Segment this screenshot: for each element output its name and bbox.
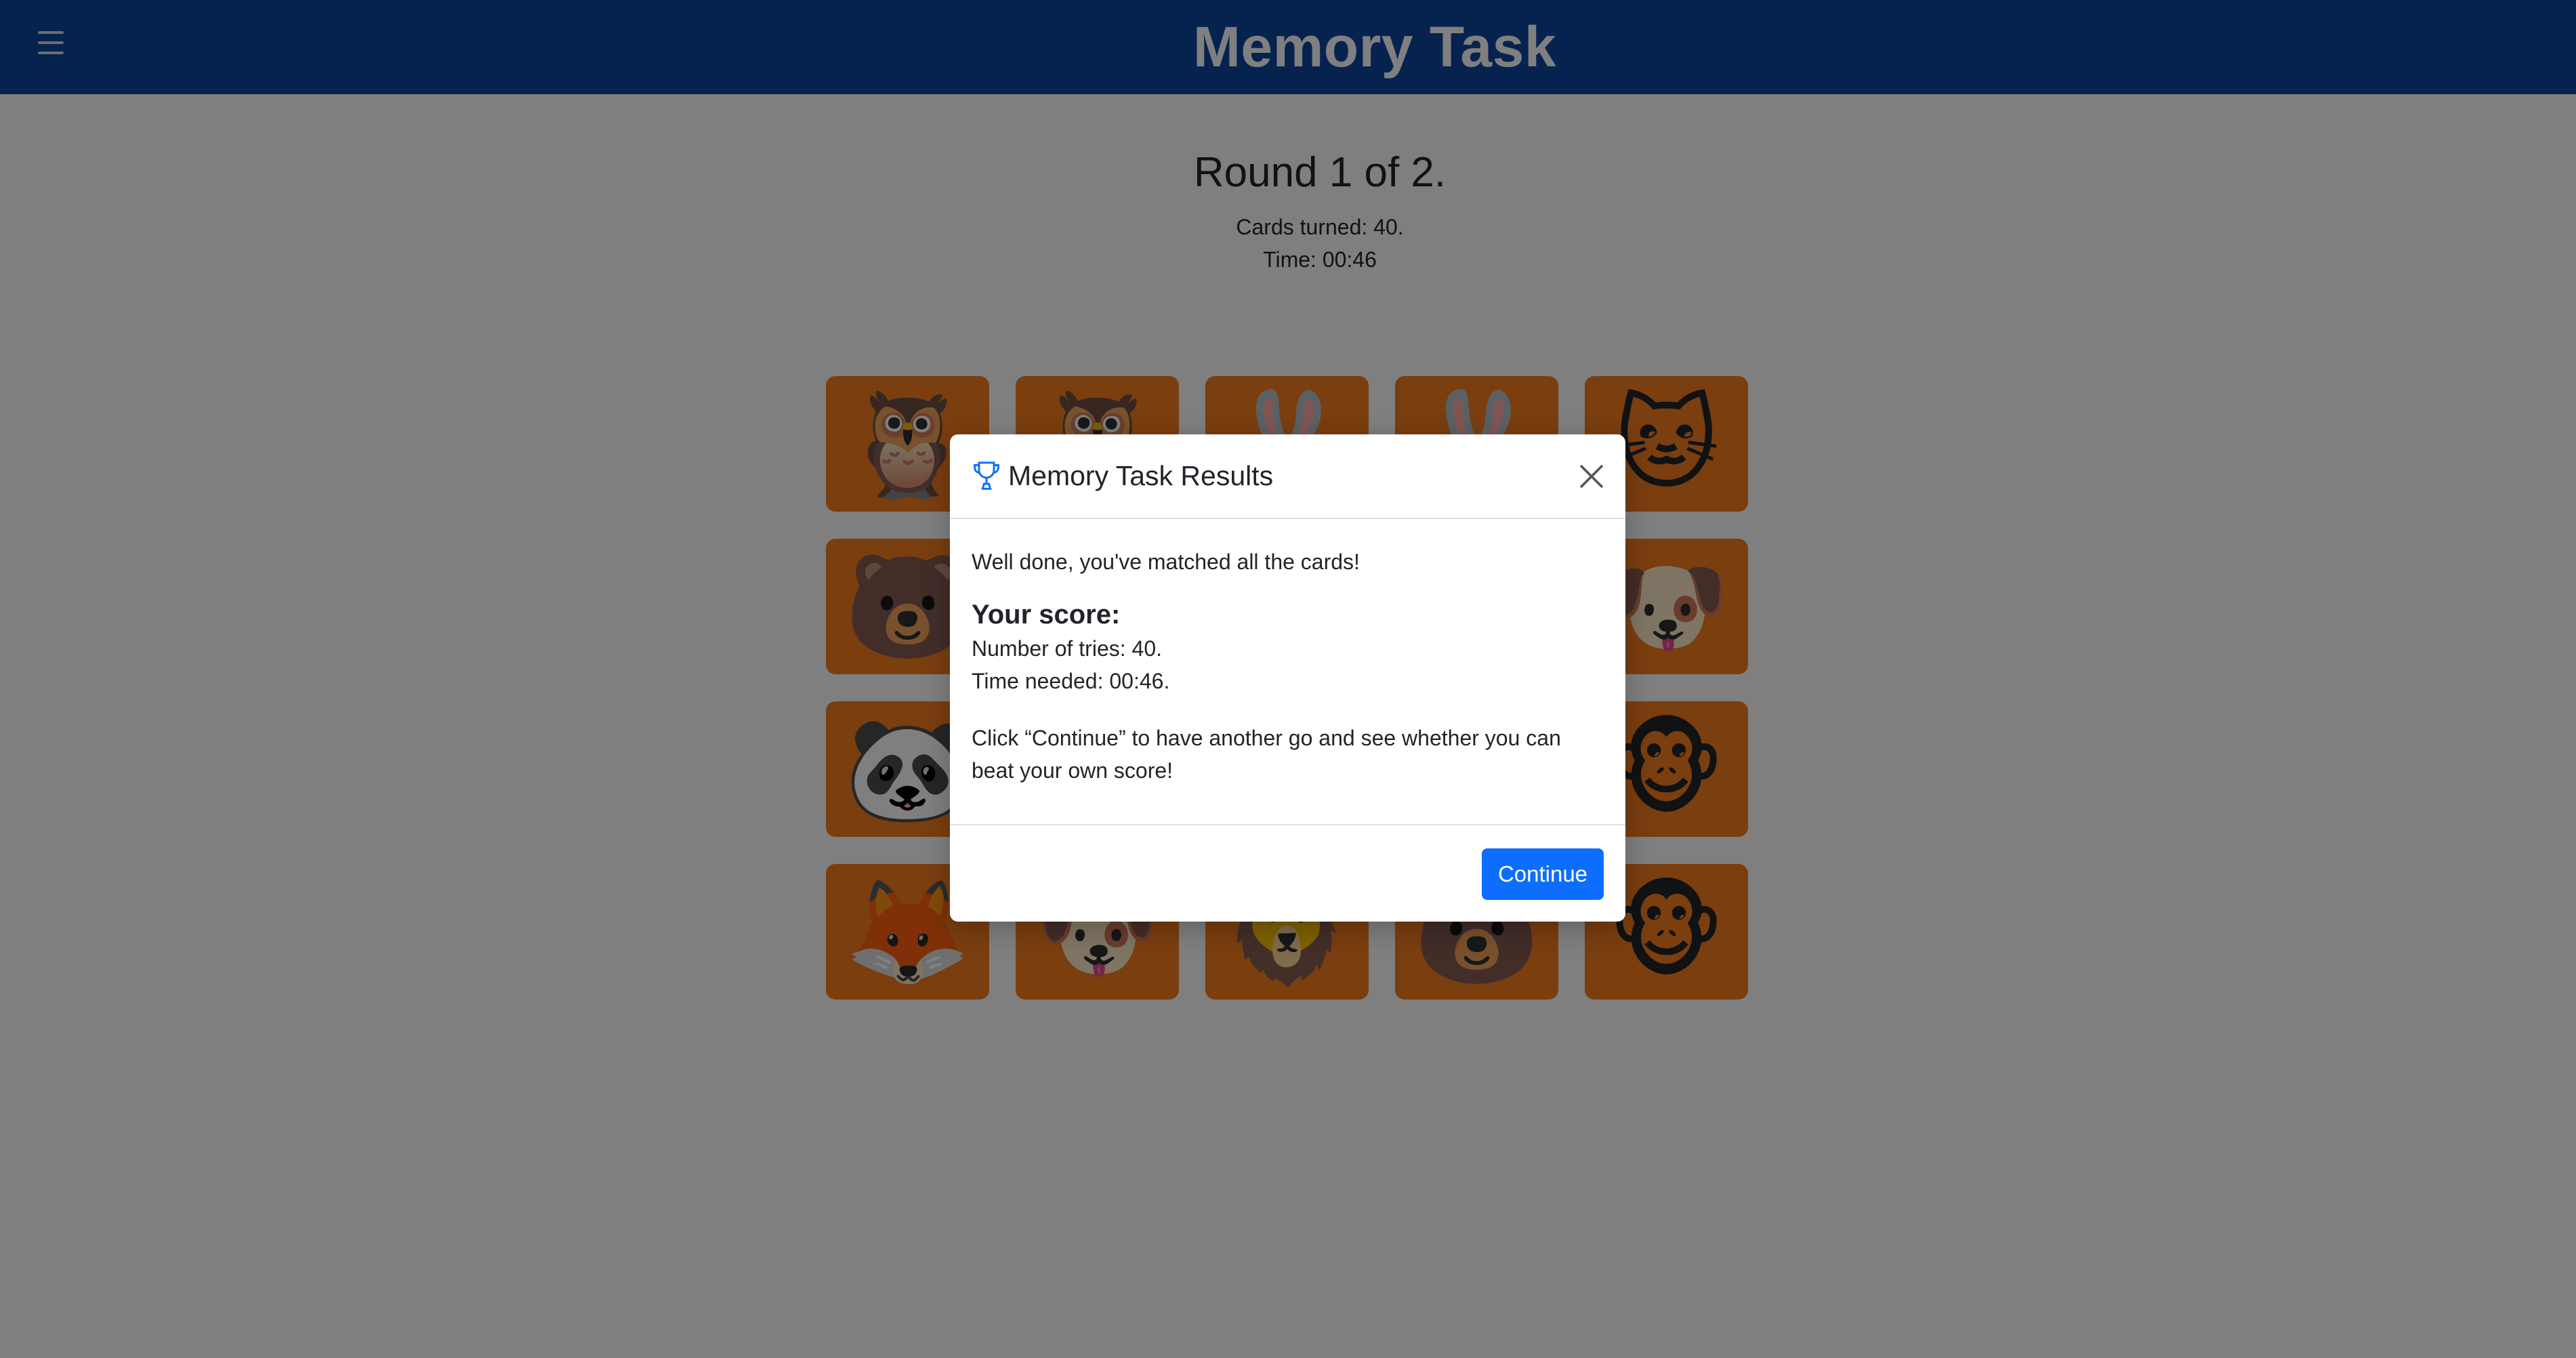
trophy-icon [974, 461, 999, 490]
success-message: Well done, you've matched all the cards! [972, 550, 1360, 574]
results-modal: Memory Task Results Well done, you've ma… [950, 434, 1625, 922]
close-icon[interactable] [1575, 460, 1608, 493]
modal-header: Memory Task Results [950, 434, 1625, 519]
continue-hint: Click “Continue” to have another go and … [972, 726, 1561, 783]
tries-count: Number of tries: 40. [972, 636, 1162, 661]
modal-title: Memory Task Results [1008, 460, 1274, 491]
score-heading: Your score: [972, 600, 1121, 630]
time-needed: Time needed: 00:46. [972, 669, 1170, 693]
modal-footer: Continue [950, 824, 1625, 922]
continue-button[interactable]: Continue [1482, 848, 1604, 900]
